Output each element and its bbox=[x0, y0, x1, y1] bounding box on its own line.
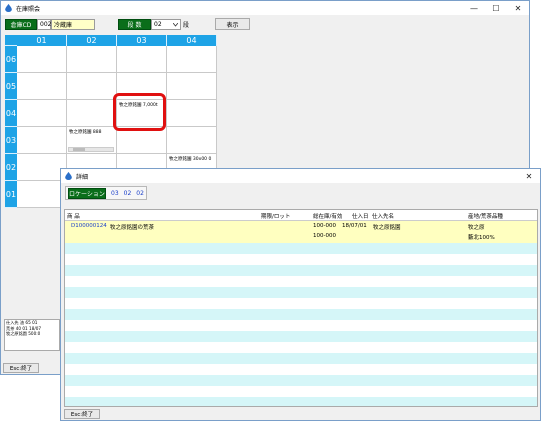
location-value: 03 bbox=[111, 189, 119, 197]
table-row[interactable] bbox=[65, 254, 537, 265]
grid-cell[interactable] bbox=[167, 100, 217, 127]
main-window-title: 在庫照会 bbox=[16, 5, 41, 13]
arrival-date: 18/07/01 bbox=[342, 223, 367, 229]
row-header-04: 04 bbox=[5, 100, 17, 127]
column-header-01: 01 bbox=[17, 35, 67, 46]
row-header-03: 03 bbox=[5, 127, 17, 154]
info-panel: 仕入先 油 65 01 荒茶 40 01 18/07 牧之原銘園 500:0 bbox=[4, 319, 60, 351]
main-toolbar: 倉庫CD 002 冷蔵庫 段 数 02 段 表示 bbox=[5, 18, 251, 30]
table-row[interactable] bbox=[65, 276, 537, 287]
table-row[interactable]: D100000124 牧之原銘園の荒茶 100-000 100-000 18/0… bbox=[65, 221, 537, 243]
chevron-down-icon bbox=[173, 22, 178, 27]
grid-cell[interactable] bbox=[167, 127, 217, 154]
grid-cell[interactable] bbox=[67, 100, 117, 127]
tier-select[interactable]: 02 bbox=[151, 18, 181, 30]
esc-exit-button[interactable]: Esc:終了 bbox=[64, 409, 100, 419]
tier-label: 段 数 bbox=[118, 18, 151, 30]
table-row[interactable] bbox=[65, 364, 537, 375]
table-row[interactable] bbox=[65, 331, 537, 342]
maximize-button[interactable]: ☐ bbox=[485, 1, 507, 15]
table-row[interactable] bbox=[65, 386, 537, 397]
table-row[interactable] bbox=[65, 287, 537, 298]
close-button[interactable]: ✕ bbox=[507, 1, 529, 15]
header-arrival-date: 仕入日 bbox=[352, 214, 369, 220]
cell-label: 牧之原銘園 30x00 0 bbox=[169, 157, 212, 162]
row-header-02: 02 bbox=[5, 154, 17, 181]
esc-exit-button[interactable]: Esc:終了 bbox=[3, 363, 39, 373]
info-line: 牧之原銘園 500:0 bbox=[6, 331, 41, 336]
grid-cell[interactable] bbox=[167, 46, 217, 73]
app-drop-icon bbox=[65, 172, 72, 180]
header-total-stock: 総在庫/有効 bbox=[313, 214, 343, 220]
supplier-name: 牧之原銘園 bbox=[373, 225, 401, 231]
grid-cell[interactable] bbox=[67, 73, 117, 100]
grid-cell-03-02[interactable]: 牧之原銘園 888 bbox=[67, 127, 117, 154]
variety: 藪北100% bbox=[468, 235, 495, 241]
tier-unit-label: 段 bbox=[183, 21, 190, 29]
cell-scrollbar[interactable] bbox=[68, 147, 114, 152]
column-header-02: 02 bbox=[67, 35, 117, 46]
highlight-annotation bbox=[113, 93, 166, 131]
header-product: 商 品 bbox=[67, 214, 80, 220]
header-origin: 産地/荒茶品種 bbox=[468, 214, 503, 220]
show-button[interactable]: 表示 bbox=[215, 18, 251, 30]
table-row[interactable] bbox=[65, 353, 537, 364]
main-titlebar[interactable]: 在庫照会 — ☐ ✕ bbox=[1, 1, 529, 15]
grid-cell[interactable] bbox=[17, 127, 67, 154]
table-header: 商 品 期限/ロット 総在庫/有効 仕入日 仕入先名 産地/荒茶品種 bbox=[65, 210, 537, 221]
row-header-01: 01 bbox=[5, 181, 17, 208]
minimize-button[interactable]: — bbox=[463, 1, 485, 15]
warehouse-name-field: 冷蔵庫 bbox=[51, 18, 95, 30]
table-row[interactable] bbox=[65, 298, 537, 309]
detail-table: 商 品 期限/ロット 総在庫/有効 仕入日 仕入先名 産地/荒茶品種 D1000… bbox=[64, 209, 538, 407]
header-supplier: 仕入先名 bbox=[372, 214, 395, 220]
row-header-05: 05 bbox=[5, 73, 17, 100]
grid-cell[interactable] bbox=[17, 46, 67, 73]
cell-label: 牧之原銘園 888 bbox=[69, 130, 102, 135]
grid-cell[interactable] bbox=[117, 46, 167, 73]
row-header-06: 06 bbox=[5, 46, 17, 73]
table-row[interactable] bbox=[65, 342, 537, 353]
detail-window: 詳細 ✕ ロケーション 03 02 02 商 品 期限/ロット 総在庫/有効 仕… bbox=[60, 168, 541, 421]
close-button[interactable]: ✕ bbox=[518, 169, 540, 183]
table-row[interactable] bbox=[65, 320, 537, 331]
detail-titlebar[interactable]: 詳細 ✕ bbox=[61, 169, 540, 183]
grid-cell[interactable] bbox=[17, 73, 67, 100]
grid-cell[interactable] bbox=[17, 100, 67, 127]
table-row[interactable] bbox=[65, 265, 537, 276]
grid-cell[interactable] bbox=[67, 46, 117, 73]
origin: 牧之原 bbox=[468, 225, 485, 231]
warehouse-code-field[interactable]: 002 bbox=[37, 18, 51, 30]
table-row[interactable] bbox=[65, 243, 537, 254]
detail-window-title: 詳細 bbox=[76, 173, 89, 181]
stock-valid: 100-000 bbox=[313, 233, 336, 239]
product-code: D100000124 bbox=[71, 223, 107, 229]
warehouse-label: 倉庫CD bbox=[5, 18, 37, 30]
grid-corner bbox=[5, 35, 17, 46]
location-box: ロケーション 03 02 02 bbox=[65, 186, 147, 200]
column-header-03: 03 bbox=[117, 35, 167, 46]
grid-cell[interactable] bbox=[167, 73, 217, 100]
header-period-lot: 期限/ロット bbox=[261, 214, 291, 220]
location-value: 02 bbox=[136, 189, 144, 197]
table-row[interactable] bbox=[65, 309, 537, 320]
product-name: 牧之原銘園の荒茶 bbox=[110, 225, 155, 231]
column-header-04: 04 bbox=[167, 35, 217, 46]
app-drop-icon bbox=[5, 4, 12, 12]
location-label: ロケーション bbox=[68, 187, 106, 199]
grid-cell[interactable] bbox=[117, 127, 167, 154]
table-row[interactable] bbox=[65, 375, 537, 386]
tier-select-value: 02 bbox=[154, 20, 162, 28]
location-value: 02 bbox=[123, 189, 132, 197]
table-row[interactable] bbox=[65, 397, 537, 406]
stock-total: 100-000 bbox=[313, 223, 336, 229]
